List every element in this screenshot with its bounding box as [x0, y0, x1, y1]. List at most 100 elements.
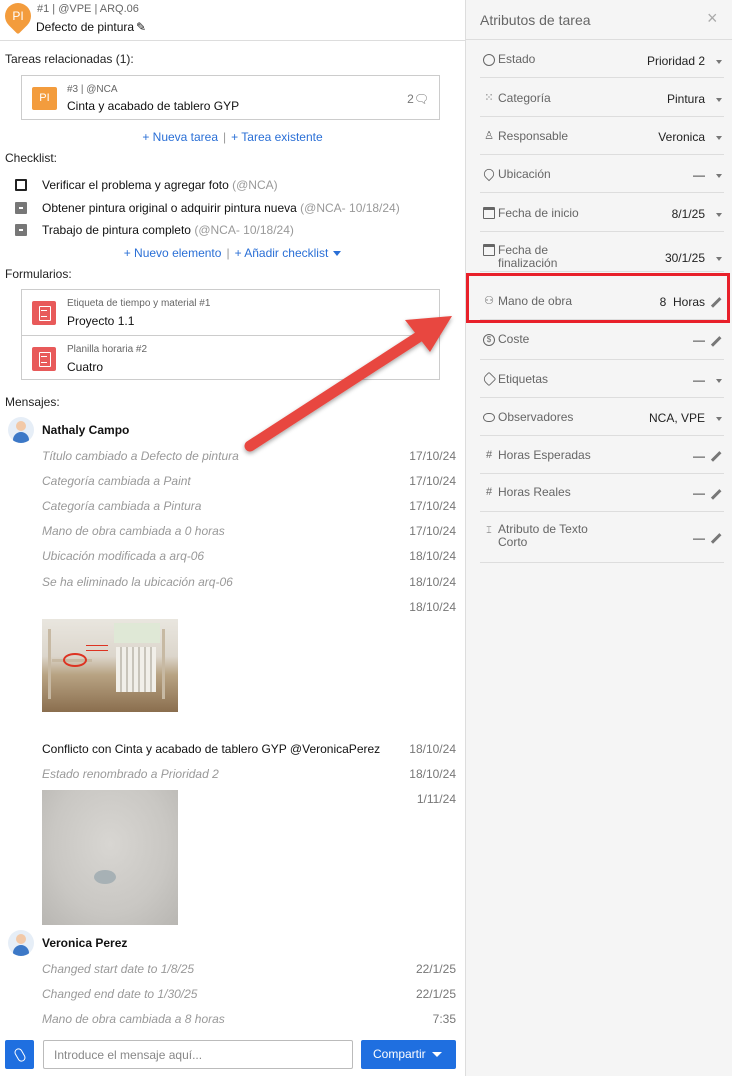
chevron-down-icon[interactable]	[716, 257, 722, 261]
chevron-down-icon[interactable]	[716, 417, 722, 421]
message-date: 17/10/24	[409, 499, 456, 513]
chevron-down-icon[interactable]	[716, 213, 722, 217]
message-date: 18/10/24	[409, 742, 456, 756]
attr-row-ubicacion[interactable]: Ubicación —	[480, 155, 724, 193]
form-item[interactable]: Etiqueta de tiempo y material #1 Proyect…	[22, 290, 439, 335]
attr-value: Pintura	[666, 92, 705, 106]
message-date: 22/1/25	[415, 987, 456, 1001]
message-date: 18/10/24	[409, 767, 456, 781]
checklist-item-text: Trabajo de pintura completo	[42, 223, 191, 237]
attr-name: Horas Reales	[498, 485, 571, 499]
task-attributes-panel: Atributos de tarea × Estado Prioridad 2 …	[465, 0, 732, 1076]
attr-name: Horas Esperadas	[498, 448, 591, 462]
attr-value: NCA, VPE	[648, 411, 705, 425]
attr-row-horas-reales[interactable]: # Horas Reales —	[480, 474, 724, 512]
message-input[interactable]	[43, 1040, 353, 1069]
tag-icon	[481, 371, 497, 387]
attach-paperclip-button[interactable]	[5, 1040, 34, 1069]
checklist-checkbox[interactable]	[15, 179, 27, 191]
chevron-down-icon[interactable]	[716, 136, 722, 140]
task-title[interactable]: Defecto de pintura	[36, 20, 134, 34]
message-date: 17/10/24	[409, 474, 456, 488]
pencil-icon[interactable]	[710, 451, 722, 462]
checklist-checkbox[interactable]	[15, 224, 27, 236]
dollar-icon: $	[483, 334, 495, 346]
related-task-actions: + Nueva tarea | + Tarea existente	[142, 130, 323, 144]
new-element-link[interactable]: + Nuevo elemento	[124, 246, 222, 260]
attr-row-fecha-finalizacion[interactable]: Fecha de finalización 30/1/25	[480, 232, 724, 272]
attached-photo-room[interactable]	[42, 619, 178, 712]
attr-name: Coste	[498, 332, 530, 346]
pencil-icon[interactable]	[710, 489, 722, 500]
attached-photo-wall[interactable]	[42, 790, 178, 925]
message-text: Categoría cambiada a Pintura	[42, 499, 202, 513]
task-meta: #1 | @VPE | ARQ.06	[37, 3, 139, 15]
attr-row-observadores[interactable]: Observadores NCA, VPE	[480, 398, 724, 436]
related-task-meta: #3 | @NCA	[67, 84, 118, 95]
checklist-item-note: (@NCA)	[232, 178, 278, 192]
message-date: 18/10/24	[409, 575, 456, 589]
related-tasks-label: Tareas relacionadas (1):	[5, 52, 134, 66]
attr-row-etiquetas[interactable]: Etiquetas —	[480, 360, 724, 398]
chevron-down-icon[interactable]	[716, 98, 722, 102]
calendar-icon	[483, 244, 495, 256]
task-header: PI #1 | @VPE | ARQ.06 Defecto de pintura…	[0, 0, 465, 41]
attr-name: Observadores	[498, 410, 574, 424]
new-task-link[interactable]: + Nueva tarea	[142, 130, 218, 144]
related-task-card[interactable]: PI #3 | @NCA Cinta y acabado de tablero …	[21, 75, 440, 120]
form-item-value: Proyecto 1.1	[67, 314, 135, 328]
attr-row-horas-esperadas[interactable]: # Horas Esperadas —	[480, 436, 724, 474]
comment-bubble-icon: 🗨︎	[413, 92, 429, 106]
checklist-item[interactable]: Trabajo de pintura completo (@NCA- 10/18…	[42, 223, 294, 237]
message-author: Nathaly Campo	[42, 423, 130, 437]
avatar	[8, 417, 34, 443]
message-text: Changed start date to 1/8/25	[42, 962, 195, 976]
attr-value: Veronica	[658, 130, 705, 144]
eye-icon	[483, 413, 495, 422]
related-task-badge: PI	[32, 87, 57, 110]
share-button[interactable]: Compartir	[361, 1040, 456, 1069]
checklist-item-text: Obtener pintura original o adquirir pint…	[42, 201, 297, 215]
attr-row-responsable[interactable]: ♙ Responsable Veronica	[480, 117, 724, 155]
attr-name: Etiquetas	[498, 372, 549, 386]
attr-row-categoria[interactable]: ⁙ Categoría Pintura	[480, 78, 724, 117]
attr-row-texto-corto[interactable]: ⌶ Atributo de Texto Corto —	[480, 512, 724, 563]
attr-value: —	[693, 333, 705, 347]
message-text: Changed end date to 1/30/25	[42, 987, 198, 1001]
message-text: Categoría cambiada a Paint	[42, 474, 191, 488]
checklist-checkbox[interactable]	[15, 202, 27, 214]
highlight-box-mano-de-obra	[466, 273, 730, 323]
checklist-item-note: (@NCA- 10/18/24)	[300, 201, 400, 215]
add-checklist-caret-icon[interactable]	[333, 251, 342, 257]
attr-row-coste[interactable]: $ Coste —	[480, 320, 724, 360]
status-icon	[483, 54, 495, 66]
attr-name: Ubicación	[498, 167, 551, 181]
attr-name: Fecha de finalización	[498, 243, 558, 270]
form-item-value: Cuatro	[67, 360, 104, 374]
close-icon[interactable]: ×	[707, 8, 718, 29]
checklist-item[interactable]: Obtener pintura original o adquirir pint…	[42, 201, 400, 215]
chevron-down-icon[interactable]	[716, 174, 722, 178]
location-icon	[481, 166, 497, 182]
edit-title-pencil-icon[interactable]: ✎	[136, 20, 146, 34]
add-checklist-link[interactable]: + Añadir checklist	[235, 246, 329, 260]
existing-task-link[interactable]: + Tarea existente	[231, 130, 323, 144]
message-date: 1/11/24	[416, 792, 456, 806]
pencil-icon[interactable]	[710, 533, 722, 544]
chevron-down-icon[interactable]	[716, 379, 722, 383]
task-type-badge: PI	[0, 0, 37, 35]
checklist-label: Checklist:	[5, 151, 58, 165]
chevron-down-icon[interactable]	[716, 60, 722, 64]
attr-value: —	[693, 168, 705, 182]
attributes-title: Atributos de tarea	[480, 12, 591, 28]
checklist-item[interactable]: Verificar el problema y agregar foto (@N…	[42, 178, 278, 192]
attr-row-estado[interactable]: Estado Prioridad 2	[480, 40, 724, 78]
checklist-item-note: (@NCA- 10/18/24)	[194, 223, 294, 237]
form-item[interactable]: Planilla horaria #2 Cuatro	[22, 335, 439, 380]
attr-row-fecha-inicio[interactable]: Fecha de inicio 8/1/25	[480, 193, 724, 232]
text-field-icon: ⌶	[486, 525, 492, 535]
task-detail-panel: PI #1 | @VPE | ARQ.06 Defecto de pintura…	[0, 0, 465, 1076]
pencil-icon[interactable]	[710, 336, 722, 347]
forms-label: Formularios:	[5, 267, 72, 281]
attr-value: —	[693, 449, 705, 463]
